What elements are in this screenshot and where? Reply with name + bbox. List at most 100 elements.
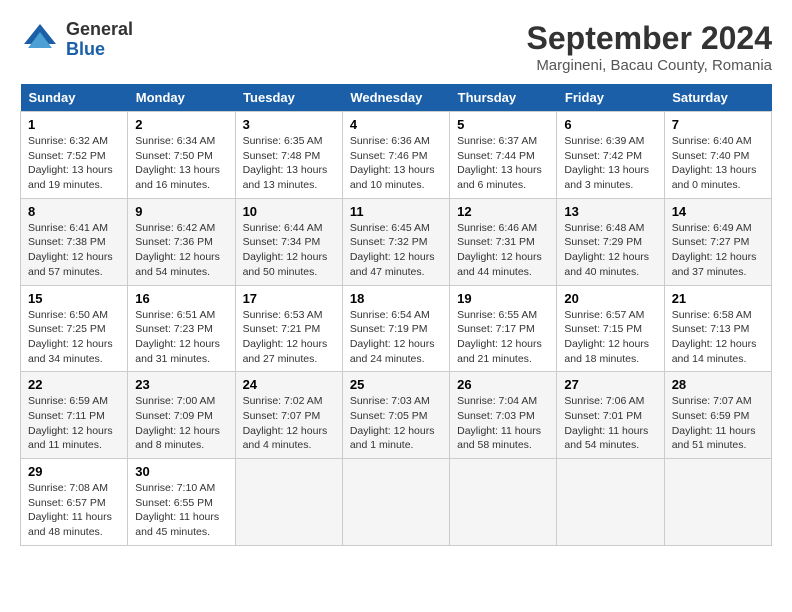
day-number: 23: [135, 377, 227, 392]
day-info: Sunrise: 6:32 AMSunset: 7:52 PMDaylight:…: [28, 134, 120, 193]
day-number: 12: [457, 204, 549, 219]
day-info: Sunrise: 6:55 AMSunset: 7:17 PMDaylight:…: [457, 308, 549, 367]
calendar-cell: 17Sunrise: 6:53 AMSunset: 7:21 PMDayligh…: [235, 285, 342, 372]
day-info: Sunrise: 6:45 AMSunset: 7:32 PMDaylight:…: [350, 221, 442, 280]
day-number: 30: [135, 464, 227, 479]
day-number: 1: [28, 117, 120, 132]
day-number: 22: [28, 377, 120, 392]
day-number: 13: [564, 204, 656, 219]
day-info: Sunrise: 6:34 AMSunset: 7:50 PMDaylight:…: [135, 134, 227, 193]
calendar-cell: 9 Sunrise: 6:42 AMSunset: 7:36 PMDaylight…: [128, 198, 235, 285]
calendar-cell: [557, 459, 664, 546]
day-number: 17: [243, 291, 335, 306]
calendar-cell: 25 Sunrise: 7:03 AMSunset: 7:05 PMDayligh…: [342, 372, 449, 459]
day-of-week-header: Tuesday: [235, 84, 342, 112]
calendar-cell: 1 Sunrise: 6:32 AMSunset: 7:52 PMDaylight…: [21, 112, 128, 199]
day-info: Sunrise: 6:42 AMSunset: 7:36 PMDaylight:…: [135, 221, 227, 280]
day-number: 27: [564, 377, 656, 392]
day-number: 3: [243, 117, 335, 132]
calendar-week-row: 22 Sunrise: 6:59 AMSunset: 7:11 PMDayligh…: [21, 372, 772, 459]
day-number: 4: [350, 117, 442, 132]
day-info: Sunrise: 7:02 AMSunset: 7:07 PMDaylight:…: [243, 394, 335, 453]
calendar-week-row: 15Sunrise: 6:50 AMSunset: 7:25 PMDayligh…: [21, 285, 772, 372]
day-number: 9: [135, 204, 227, 219]
day-number: 21: [672, 291, 764, 306]
day-info: Sunrise: 6:50 AMSunset: 7:25 PMDaylight:…: [28, 308, 120, 367]
day-info: Sunrise: 6:41 AMSunset: 7:38 PMDaylight:…: [28, 221, 120, 280]
logo-text: General Blue: [66, 20, 133, 60]
calendar-cell: 20 Sunrise: 6:57 AMSunset: 7:15 PMDayligh…: [557, 285, 664, 372]
calendar-cell: 24Sunrise: 7:02 AMSunset: 7:07 PMDayligh…: [235, 372, 342, 459]
day-number: 16: [135, 291, 227, 306]
logo: General Blue: [20, 20, 133, 60]
day-number: 29: [28, 464, 120, 479]
page-header: General Blue September 2024 Margineni, B…: [20, 20, 772, 74]
day-number: 28: [672, 377, 764, 392]
day-info: Sunrise: 7:08 AMSunset: 6:57 PMDaylight:…: [28, 481, 120, 540]
calendar-cell: 6 Sunrise: 6:39 AMSunset: 7:42 PMDaylight…: [557, 112, 664, 199]
header-row: SundayMondayTuesdayWednesdayThursdayFrid…: [21, 84, 772, 112]
calendar-cell: 23 Sunrise: 7:00 AMSunset: 7:09 PMDayligh…: [128, 372, 235, 459]
day-of-week-header: Sunday: [21, 84, 128, 112]
day-info: Sunrise: 6:49 AMSunset: 7:27 PMDaylight:…: [672, 221, 764, 280]
day-of-week-header: Wednesday: [342, 84, 449, 112]
day-number: 20: [564, 291, 656, 306]
day-info: Sunrise: 6:35 AMSunset: 7:48 PMDaylight:…: [243, 134, 335, 193]
day-info: Sunrise: 6:51 AMSunset: 7:23 PMDaylight:…: [135, 308, 227, 367]
calendar-cell: [235, 459, 342, 546]
day-info: Sunrise: 6:44 AMSunset: 7:34 PMDaylight:…: [243, 221, 335, 280]
day-info: Sunrise: 6:59 AMSunset: 7:11 PMDaylight:…: [28, 394, 120, 453]
day-info: Sunrise: 7:04 AMSunset: 7:03 PMDaylight:…: [457, 394, 549, 453]
calendar-cell: 3 Sunrise: 6:35 AMSunset: 7:48 PMDaylight…: [235, 112, 342, 199]
day-info: Sunrise: 6:54 AMSunset: 7:19 PMDaylight:…: [350, 308, 442, 367]
calendar-week-row: 8 Sunrise: 6:41 AMSunset: 7:38 PMDaylight…: [21, 198, 772, 285]
day-info: Sunrise: 7:00 AMSunset: 7:09 PMDaylight:…: [135, 394, 227, 453]
day-info: Sunrise: 6:57 AMSunset: 7:15 PMDaylight:…: [564, 308, 656, 367]
day-number: 18: [350, 291, 442, 306]
calendar-cell: 7Sunrise: 6:40 AMSunset: 7:40 PMDaylight…: [664, 112, 771, 199]
day-number: 8: [28, 204, 120, 219]
day-info: Sunrise: 6:48 AMSunset: 7:29 PMDaylight:…: [564, 221, 656, 280]
day-number: 26: [457, 377, 549, 392]
calendar-cell: 27 Sunrise: 7:06 AMSunset: 7:01 PMDayligh…: [557, 372, 664, 459]
calendar-cell: 21 Sunrise: 6:58 AMSunset: 7:13 PMDayligh…: [664, 285, 771, 372]
day-of-week-header: Monday: [128, 84, 235, 112]
calendar-cell: 11 Sunrise: 6:45 AMSunset: 7:32 PMDayligh…: [342, 198, 449, 285]
day-of-week-header: Thursday: [450, 84, 557, 112]
calendar-cell: 29 Sunrise: 7:08 AMSunset: 6:57 PMDayligh…: [21, 459, 128, 546]
calendar-cell: [342, 459, 449, 546]
day-number: 11: [350, 204, 442, 219]
day-number: 14: [672, 204, 764, 219]
day-number: 5: [457, 117, 549, 132]
day-number: 19: [457, 291, 549, 306]
day-info: Sunrise: 6:46 AMSunset: 7:31 PMDaylight:…: [457, 221, 549, 280]
calendar-cell: 4Sunrise: 6:36 AMSunset: 7:46 PMDaylight…: [342, 112, 449, 199]
day-info: Sunrise: 7:06 AMSunset: 7:01 PMDaylight:…: [564, 394, 656, 453]
calendar-cell: 14 Sunrise: 6:49 AMSunset: 7:27 PMDayligh…: [664, 198, 771, 285]
calendar-cell: 19 Sunrise: 6:55 AMSunset: 7:17 PMDayligh…: [450, 285, 557, 372]
location-subtitle: Margineni, Bacau County, Romania: [527, 57, 772, 74]
calendar-cell: 28 Sunrise: 7:07 AMSunset: 6:59 PMDayligh…: [664, 372, 771, 459]
calendar-cell: 22 Sunrise: 6:59 AMSunset: 7:11 PMDayligh…: [21, 372, 128, 459]
calendar-table: SundayMondayTuesdayWednesdayThursdayFrid…: [20, 84, 772, 546]
day-number: 7: [672, 117, 764, 132]
logo-icon: [20, 20, 60, 60]
day-info: Sunrise: 6:58 AMSunset: 7:13 PMDaylight:…: [672, 308, 764, 367]
day-number: 25: [350, 377, 442, 392]
day-number: 10: [243, 204, 335, 219]
calendar-cell: 30Sunrise: 7:10 AMSunset: 6:55 PMDayligh…: [128, 459, 235, 546]
calendar-cell: 26 Sunrise: 7:04 AMSunset: 7:03 PMDayligh…: [450, 372, 557, 459]
day-info: Sunrise: 6:37 AMSunset: 7:44 PMDaylight:…: [457, 134, 549, 193]
calendar-cell: 16 Sunrise: 6:51 AMSunset: 7:23 PMDayligh…: [128, 285, 235, 372]
day-number: 6: [564, 117, 656, 132]
day-info: Sunrise: 6:39 AMSunset: 7:42 PMDaylight:…: [564, 134, 656, 193]
calendar-cell: [664, 459, 771, 546]
calendar-cell: [450, 459, 557, 546]
day-info: Sunrise: 7:07 AMSunset: 6:59 PMDaylight:…: [672, 394, 764, 453]
calendar-cell: 2Sunrise: 6:34 AMSunset: 7:50 PMDaylight…: [128, 112, 235, 199]
calendar-week-row: 1 Sunrise: 6:32 AMSunset: 7:52 PMDaylight…: [21, 112, 772, 199]
title-block: September 2024 Margineni, Bacau County, …: [527, 20, 772, 74]
day-info: Sunrise: 7:03 AMSunset: 7:05 PMDaylight:…: [350, 394, 442, 453]
calendar-cell: 13 Sunrise: 6:48 AMSunset: 7:29 PMDayligh…: [557, 198, 664, 285]
calendar-cell: 12 Sunrise: 6:46 AMSunset: 7:31 PMDayligh…: [450, 198, 557, 285]
